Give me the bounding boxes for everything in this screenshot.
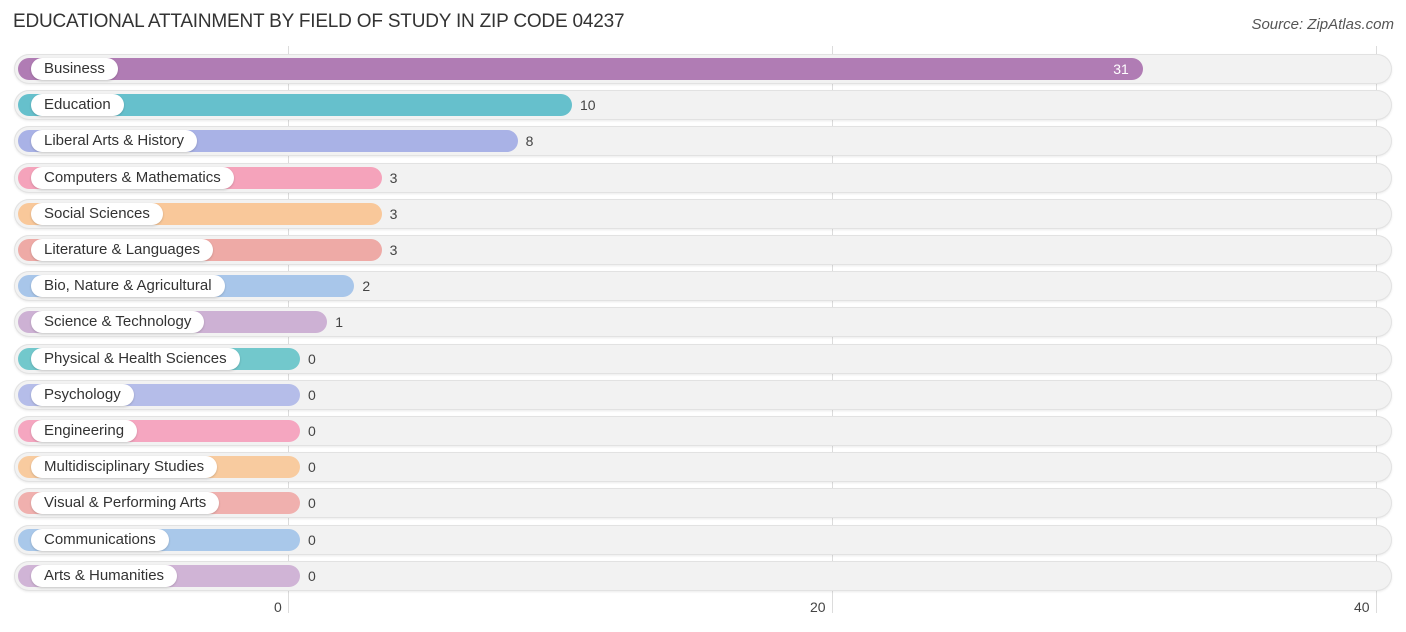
value-label: 0 <box>308 567 316 584</box>
category-label: Business <box>31 58 118 80</box>
x-tick-label: 20 <box>810 599 826 615</box>
category-label: Engineering <box>31 420 138 442</box>
x-tick-label: 0 <box>274 599 282 615</box>
value-label: 0 <box>308 459 316 476</box>
value-label: 0 <box>308 423 316 439</box>
category-label: Communications <box>31 528 169 551</box>
bar[interactable] <box>18 58 1144 80</box>
category-label: Science & Technology <box>31 311 205 334</box>
value-label: 10 <box>580 97 596 114</box>
category-label: Visual & Performing Arts <box>31 492 220 515</box>
bar-chart: Business 31 Education 10 Liberal Arts & Hist… <box>0 0 1406 632</box>
x-tick-label: 40 <box>1354 599 1370 615</box>
category-label: Bio, Nature & Agricultural <box>31 275 225 298</box>
value-label: 2 <box>362 278 371 295</box>
category-label: Physical & Health Sciences <box>31 347 240 370</box>
value-label: 31 <box>1113 61 1129 77</box>
value-label: 0 <box>308 386 316 403</box>
category-label: Multidisciplinary Studies <box>31 456 218 479</box>
category-label: Arts & Humanities <box>31 564 178 587</box>
value-label: 0 <box>308 531 316 548</box>
value-label: 3 <box>389 205 398 222</box>
category-label: Computers & Mathematics <box>31 166 234 189</box>
value-label: 0 <box>308 495 316 512</box>
category-label: Literature & Languages <box>31 239 213 261</box>
category-label: Social Sciences <box>31 202 163 225</box>
category-label: Liberal Arts & History <box>31 130 198 153</box>
value-label: 1 <box>335 314 343 331</box>
value-label: 3 <box>389 242 398 258</box>
value-label: 3 <box>389 169 398 186</box>
category-label: Education <box>31 94 124 117</box>
value-label: 0 <box>308 350 316 367</box>
category-label: Psychology <box>31 383 134 406</box>
value-label: 8 <box>525 133 534 150</box>
